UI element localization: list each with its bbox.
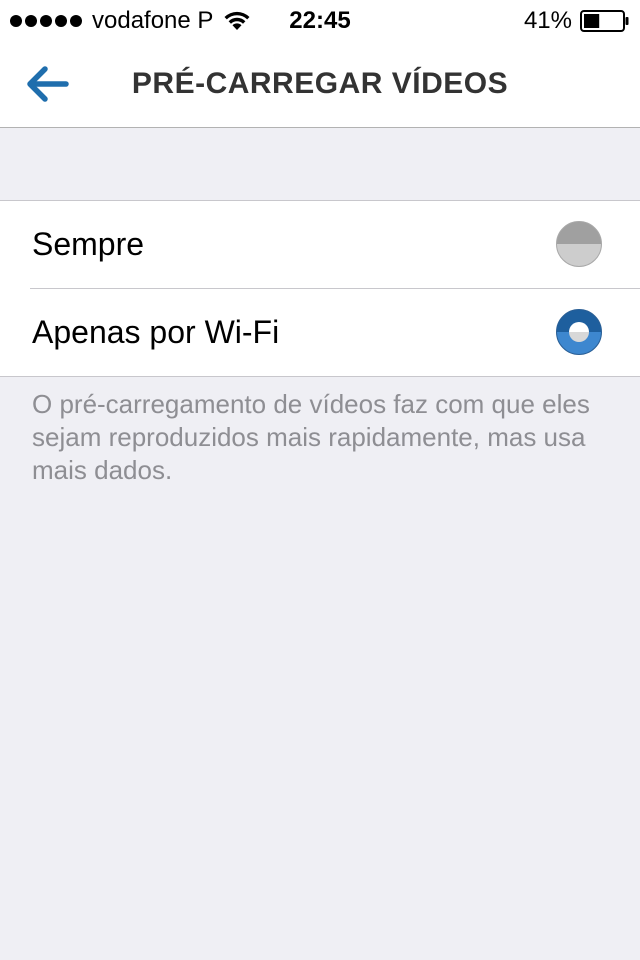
status-bar: vodafone P 22:45 41% [0,0,640,40]
signal-strength-icon [10,15,82,27]
status-right: 41% [524,8,630,34]
radio-selected-icon[interactable] [556,309,602,355]
back-button[interactable] [14,54,78,114]
navigation-bar: PRÉ-CARREGAR VÍDEOS [0,40,640,128]
wifi-icon [224,11,250,30]
radio-center-dot [569,322,589,342]
signal-dot [25,15,37,27]
options-group: Sempre Apenas por Wi-Fi [0,200,640,377]
page-title: PRÉ-CARREGAR VÍDEOS [131,67,509,100]
radio-unselected-icon[interactable] [556,221,602,267]
option-label: Sempre [32,226,145,262]
signal-dot [40,15,52,27]
signal-dot [10,15,22,27]
back-arrow-icon [27,66,69,102]
battery-percent: 41% [523,7,572,34]
battery-icon [580,10,629,32]
carrier-name: vodafone P [92,7,214,34]
signal-dot [70,15,82,27]
signal-dot [55,15,67,27]
option-row-always[interactable]: Sempre [0,201,640,288]
option-row-wifi-only[interactable]: Apenas por Wi-Fi [30,288,640,376]
options-description: O pré-carregamento de vídeos faz com que… [32,389,590,485]
status-left: vodafone P [10,8,251,34]
battery-fill [584,14,600,28]
option-label: Apenas por Wi-Fi [32,314,280,350]
